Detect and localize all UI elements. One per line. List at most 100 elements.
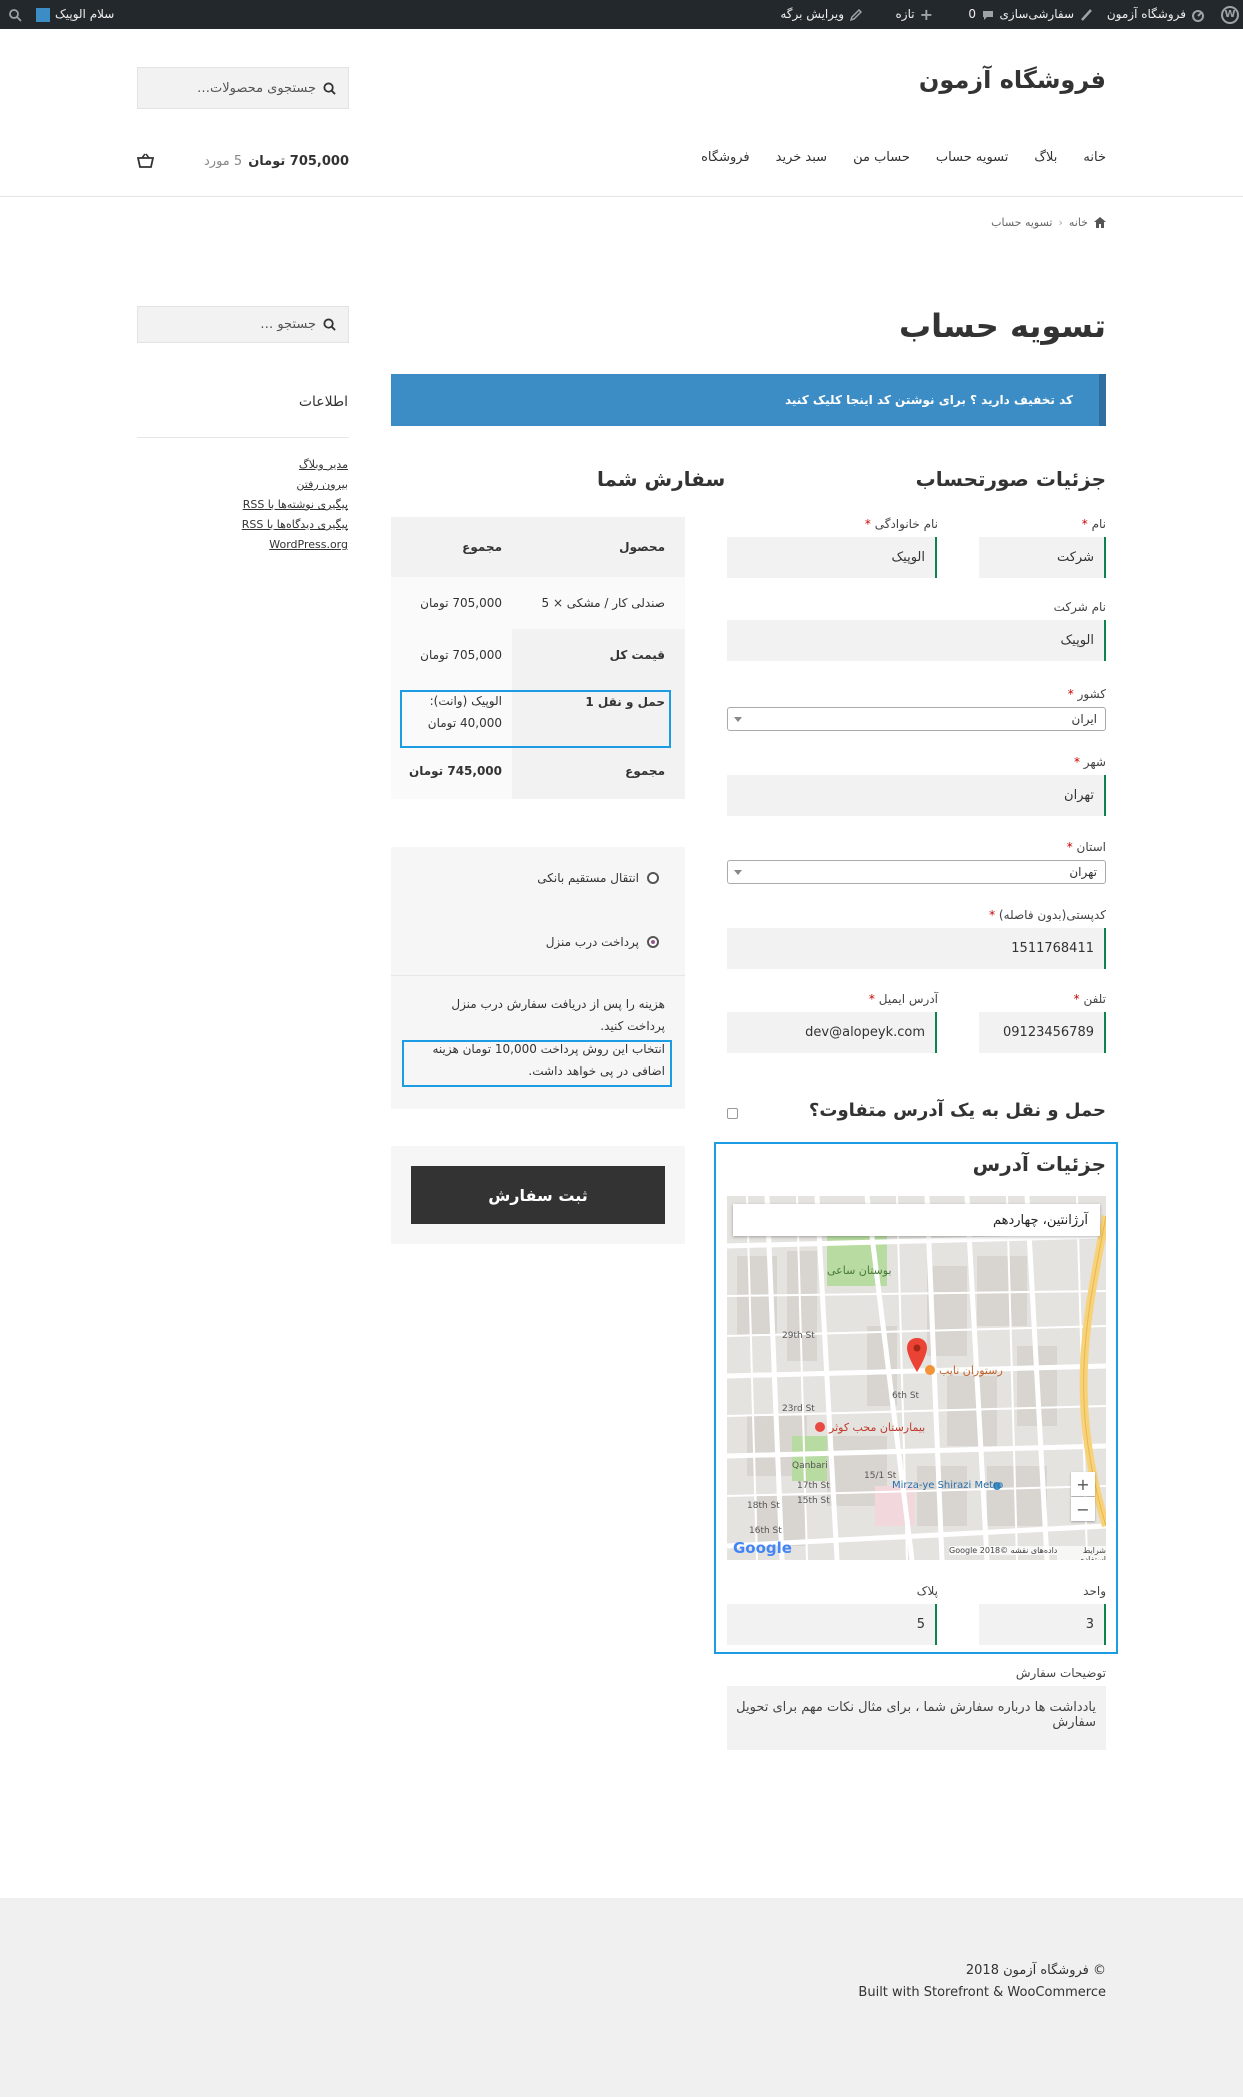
payment-option-bank[interactable]: انتقال مستقیم بانکی bbox=[537, 871, 659, 885]
payment-option-cod-label: پرداخت درب منزل bbox=[545, 935, 639, 949]
comments-count: 0 bbox=[968, 7, 976, 21]
unit-field[interactable]: 3 bbox=[979, 1604, 1106, 1645]
dashboard-icon bbox=[1192, 9, 1204, 22]
avatar bbox=[36, 7, 50, 22]
cod-description: هزینه را پس از دریافت سفارش درب منزل پرد… bbox=[451, 997, 665, 1033]
header-cart[interactable]: 705,000 تومان 5 مورد bbox=[137, 150, 349, 172]
nav-item-shop[interactable]: فروشگاه bbox=[701, 150, 750, 172]
total-label: مجموع bbox=[512, 743, 685, 799]
coupon-notice[interactable]: کد تخفیف دارید ؟ برای نوشتن کد اینجا کلی… bbox=[391, 374, 1106, 426]
chevron-down-icon bbox=[734, 870, 742, 875]
postcode-field[interactable]: 1511768411 bbox=[727, 928, 1106, 969]
first-name-label: نام * bbox=[1081, 517, 1106, 531]
nav-item-cart[interactable]: سبد خرید bbox=[776, 150, 827, 172]
google-logo: Google bbox=[733, 1539, 792, 1557]
city-field[interactable]: تهران bbox=[727, 775, 1106, 816]
col-product-header: محصول bbox=[619, 540, 665, 554]
company-field[interactable]: الوپیک bbox=[727, 620, 1106, 661]
admin-edit-page[interactable]: ویرایش برگه bbox=[780, 0, 863, 29]
pencil-icon bbox=[849, 8, 863, 21]
admin-customize[interactable]: سفارشی‌سازی bbox=[999, 0, 1093, 29]
radio-bank[interactable] bbox=[647, 872, 659, 884]
order-review-heading: سفارش شما bbox=[597, 467, 726, 491]
home-icon bbox=[1094, 217, 1106, 228]
map-credit: داده‌های نقشه ©2018 Google bbox=[949, 1546, 1058, 1555]
sidebar-link-comments-rss[interactable]: پیگیری دیدگاه‌ها با RSS bbox=[242, 518, 348, 531]
nav-item-checkout[interactable]: تسویه حساب bbox=[936, 150, 1008, 172]
header-divider bbox=[0, 196, 1243, 197]
sidebar-link-wordpress-org[interactable]: WordPress.org bbox=[269, 538, 348, 551]
product-search-input[interactable]: جستجوی محصولات… bbox=[137, 67, 349, 109]
plaque-field[interactable]: 5 bbox=[727, 1604, 937, 1645]
map-terms-link[interactable]: شرایط استفاده bbox=[1057, 1546, 1106, 1560]
radio-cod[interactable] bbox=[647, 936, 659, 948]
email-label: آدرس ایمیل * bbox=[868, 992, 938, 1006]
breadcrumb-home[interactable]: خانه bbox=[1069, 216, 1088, 229]
ship-different-checkbox[interactable] bbox=[727, 1108, 738, 1119]
city-label: شهر * bbox=[1073, 755, 1106, 769]
zoom-out-button[interactable]: − bbox=[1071, 1497, 1095, 1521]
comment-icon bbox=[983, 10, 993, 20]
map-label: 17th St bbox=[797, 1481, 830, 1491]
cod-note-highlight bbox=[402, 1040, 672, 1087]
map-label: رستوران نایب bbox=[939, 1364, 1003, 1377]
map-label: 15/1 St bbox=[864, 1471, 897, 1481]
admin-bar: W فروشگاه آزمون سفارشی‌سازی 0 تازه + ویر… bbox=[0, 0, 1243, 29]
nav-item-home[interactable]: خانه bbox=[1083, 150, 1106, 172]
table-header-row: محصول مجموع bbox=[391, 517, 685, 577]
sidebar-link-logout[interactable]: بیرون رفتن bbox=[296, 478, 348, 491]
map-label: 18th St bbox=[747, 1501, 780, 1511]
admin-site-name[interactable]: فروشگاه آزمون bbox=[1107, 0, 1205, 29]
billing-heading: جزئیات صورتحساب bbox=[915, 467, 1106, 491]
address-map[interactable]: آرژانتین، چهاردهم بوستان ساعی رستوران نا… bbox=[727, 1196, 1106, 1560]
last-name-field[interactable]: الوپیک bbox=[727, 537, 937, 578]
company-label: نام شرکت bbox=[1053, 600, 1106, 614]
cart-count: 5 مورد bbox=[204, 153, 243, 169]
plaque-label: پلاک bbox=[916, 1584, 938, 1598]
primary-navigation: خانه بلاگ تسویه حساب حساب من سبد خرید فر… bbox=[701, 150, 1106, 172]
item-name: صندلی کار / مشکی × 5 bbox=[541, 596, 665, 610]
item-total: 705,000 تومان bbox=[420, 596, 502, 610]
breadcrumb-separator-icon: ‹ bbox=[1058, 216, 1063, 229]
plus-icon: + bbox=[919, 5, 933, 24]
wp-logo-menu[interactable]: W bbox=[1221, 0, 1239, 29]
phone-label: تلفن * bbox=[1073, 992, 1106, 1006]
map-label: 15th St bbox=[797, 1496, 830, 1506]
nav-item-blog[interactable]: بلاگ bbox=[1034, 150, 1057, 172]
footer-built-with[interactable]: Built with Storefront & WooCommerce bbox=[858, 1985, 1106, 2000]
nav-item-my-account[interactable]: حساب من bbox=[853, 150, 910, 172]
phone-field[interactable]: 09123456789 bbox=[979, 1012, 1106, 1053]
wordpress-icon: W bbox=[1221, 5, 1239, 24]
map-search-input[interactable]: آرژانتین، چهاردهم bbox=[733, 1204, 1100, 1236]
cart-total: 705,000 تومان bbox=[248, 153, 349, 169]
map-label: Qanbari bbox=[792, 1461, 828, 1471]
total-value: 745,000 تومان bbox=[391, 743, 512, 799]
first-name-field[interactable]: شرکت bbox=[979, 537, 1106, 578]
admin-comments[interactable]: 0 bbox=[968, 0, 995, 29]
table-row: صندلی کار / مشکی × 5 705,000 تومان bbox=[391, 577, 685, 629]
payment-option-cod[interactable]: پرداخت درب منزل bbox=[546, 935, 659, 949]
admin-greeting: سلام الوپیک bbox=[55, 7, 115, 21]
admin-new-label: تازه bbox=[895, 7, 915, 21]
sidebar-link-site-admin[interactable]: مدیر وبلاگ bbox=[299, 458, 348, 471]
admin-edit-label: ویرایش برگه bbox=[780, 7, 844, 21]
sidebar-link-entries-rss[interactable]: پیگیری نوشته‌ها با RSS bbox=[243, 498, 348, 511]
admin-account[interactable]: سلام الوپیک bbox=[36, 0, 114, 29]
admin-search[interactable] bbox=[8, 0, 22, 29]
order-notes-textarea[interactable]: یادداشت ها درباره سفارش شما ، برای مثال … bbox=[727, 1686, 1106, 1750]
sidebar-search-input[interactable]: جستجو … bbox=[137, 306, 349, 343]
email-field[interactable]: dev@alopeyk.com bbox=[727, 1012, 937, 1053]
shipping-highlight bbox=[400, 690, 671, 748]
zoom-in-button[interactable]: + bbox=[1071, 1472, 1095, 1496]
map-tiles bbox=[727, 1196, 1106, 1560]
site-title[interactable]: فروشگاه آزمون bbox=[919, 66, 1106, 94]
search-icon bbox=[9, 8, 22, 22]
admin-new[interactable]: تازه + bbox=[896, 0, 933, 29]
admin-customize-label: سفارشی‌سازی bbox=[999, 7, 1074, 21]
unit-label: واحد bbox=[1083, 1584, 1106, 1598]
state-select[interactable]: تهران bbox=[727, 860, 1106, 884]
country-select[interactable]: ایران bbox=[727, 707, 1106, 731]
site-footer: © فروشگاه آزمون 2018 Built with Storefro… bbox=[0, 1898, 1243, 2097]
place-order-button[interactable]: ثبت سفارش bbox=[411, 1166, 665, 1224]
footer-copyright: © فروشگاه آزمون 2018 bbox=[965, 1963, 1106, 1978]
